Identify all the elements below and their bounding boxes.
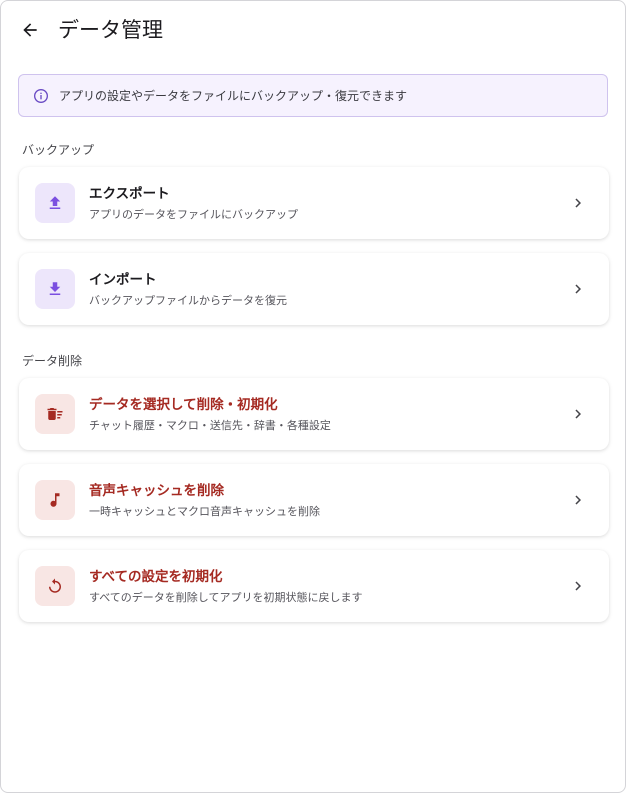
info-banner-text: アプリの設定やデータをファイルにバックアップ・復元できます <box>59 89 408 103</box>
info-banner: アプリの設定やデータをファイルにバックアップ・復元できます <box>18 74 608 117</box>
selective-delete-icon-container <box>35 394 75 434</box>
section-label-delete: データ削除 <box>22 354 83 368</box>
reset-all-subtitle: すべてのデータを削除してアプリを初期状態に戻します <box>89 591 363 604</box>
chevron-right-icon <box>569 577 587 595</box>
back-button[interactable] <box>15 16 45 44</box>
audio-cache-subtitle: 一時キャッシュとマクロ音声キャッシュを削除 <box>89 505 320 518</box>
section-label-backup: バックアップ <box>22 143 95 157</box>
reset-all-card[interactable]: すべての設定を初期化 すべてのデータを削除してアプリを初期状態に戻します <box>19 550 609 622</box>
export-subtitle: アプリのデータをファイルにバックアップ <box>89 208 298 221</box>
export-icon-container <box>35 183 75 223</box>
chevron-right-icon <box>569 405 587 423</box>
page-title: データ管理 <box>58 18 163 42</box>
arrow-left-icon <box>23 23 37 37</box>
import-card[interactable]: インポート バックアップファイルからデータを復元 <box>19 253 609 325</box>
import-title: インポート <box>89 272 157 288</box>
audio-cache-card[interactable]: 音声キャッシュを削除 一時キャッシュとマクロ音声キャッシュを削除 <box>19 464 609 536</box>
selective-delete-card[interactable]: データを選択して削除・初期化 チャット履歴・マクロ・送信先・辞書・各種設定 <box>19 378 609 450</box>
app-header: データ管理 <box>1 1 625 59</box>
chevron-right-icon <box>569 280 587 298</box>
export-card[interactable]: エクスポート アプリのデータをファイルにバックアップ <box>19 167 609 239</box>
import-icon-container <box>35 269 75 309</box>
export-title: エクスポート <box>89 186 170 202</box>
reset-all-icon-container <box>35 566 75 606</box>
info-icon <box>33 88 49 104</box>
data-management-screen: データ管理 アプリの設定やデータをファイルにバックアップ・復元できます バックア… <box>0 0 626 793</box>
delete-sweep-icon <box>47 408 63 420</box>
chevron-right-icon <box>569 491 587 509</box>
import-subtitle: バックアップファイルからデータを復元 <box>89 294 287 307</box>
selective-delete-subtitle: チャット履歴・マクロ・送信先・辞書・各種設定 <box>89 419 331 432</box>
download-icon <box>49 282 61 295</box>
audio-cache-title: 音声キャッシュを削除 <box>89 483 224 499</box>
upload-icon <box>49 196 61 209</box>
music-note-icon <box>50 493 60 507</box>
reset-all-title: すべての設定を初期化 <box>89 569 223 585</box>
restart-icon <box>49 578 61 593</box>
chevron-right-icon <box>569 194 587 212</box>
selective-delete-title: データを選択して削除・初期化 <box>89 397 278 413</box>
audio-cache-icon-container <box>35 480 75 520</box>
